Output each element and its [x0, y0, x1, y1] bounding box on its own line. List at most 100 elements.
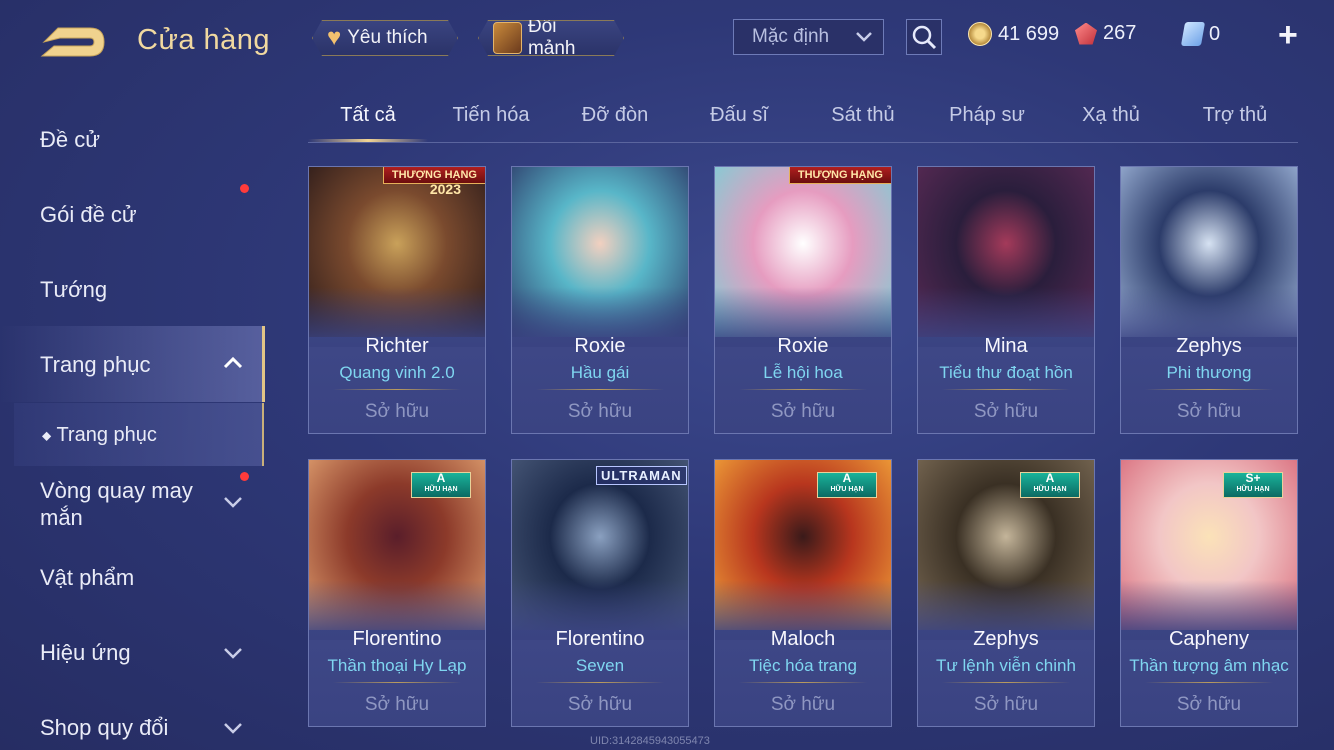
- card-divider: [739, 389, 867, 390]
- gem-amount: 267: [1103, 22, 1137, 44]
- skin-card[interactable]: Roxie Hầu gái Sở hữu: [511, 166, 689, 434]
- skin-card[interactable]: S+ HỮU HẠN Capheny Thần tượng âm nhạc Sở hữu: [1120, 459, 1298, 727]
- skin-name: Tiệc hóa trang: [748, 656, 858, 675]
- heart-icon: ♥: [327, 24, 342, 51]
- ownership-status: Sở hữu: [770, 694, 836, 715]
- skin-name: Thần thoại Hy Lạp: [327, 656, 467, 675]
- tab-evolution[interactable]: Tiến hóa: [436, 104, 546, 127]
- bullet-icon: ◆: [42, 428, 52, 443]
- back-button[interactable]: [38, 20, 110, 64]
- tab-fighter[interactable]: Đấu sĩ: [684, 104, 794, 127]
- skin-name: Quang vinh 2.0: [339, 363, 455, 382]
- chest-icon: [493, 22, 522, 54]
- hero-name: Florentino: [352, 628, 442, 650]
- card-divider: [536, 389, 664, 390]
- sort-selected-value: Mặc định: [752, 26, 830, 47]
- coin-amount: 41 699: [998, 22, 1060, 45]
- hero-name: Zephys: [973, 628, 1039, 650]
- ownership-status: Sở hữu: [364, 694, 430, 715]
- back-arrow-icon: [40, 27, 105, 57]
- search-button[interactable]: [906, 19, 942, 55]
- sidebar-item-featured-bundles[interactable]: Gói đề cử: [40, 202, 137, 228]
- sidebar-item-heroes[interactable]: Tướng: [40, 277, 107, 303]
- skin-name: Tiểu thư đoạt hồn: [939, 363, 1073, 382]
- tab-assassin[interactable]: Sát thủ: [808, 104, 918, 127]
- hero-name: Richter: [365, 335, 429, 357]
- favorite-button[interactable]: ♥ Yêu thích: [312, 20, 458, 56]
- card-divider: [1145, 682, 1273, 683]
- skin-card[interactable]: ULTRAMAN Florentino Seven Sở hữu: [511, 459, 689, 727]
- tab-all[interactable]: Tất cả: [308, 104, 428, 127]
- hero-name: Roxie: [574, 335, 626, 357]
- ruby-icon: [1075, 22, 1097, 45]
- sidebar-item-lucky-spin[interactable]: Vòng quay may mắn: [40, 477, 220, 531]
- card-divider: [942, 682, 1070, 683]
- skin-card[interactable]: Mina Tiểu thư đoạt hồn Sở hữu: [917, 166, 1095, 434]
- sort-dropdown[interactable]: Mặc định: [733, 19, 884, 55]
- exchange-shards-button[interactable]: Đổi mảnh: [478, 20, 624, 56]
- hero-name: Florentino: [555, 628, 645, 650]
- favorite-label: Yêu thích: [347, 27, 428, 48]
- chevron-down-icon: [224, 497, 242, 508]
- sidebar-subitem-label: Trang phục: [56, 424, 157, 446]
- ownership-status: Sở hữu: [1176, 694, 1242, 715]
- hero-name: Capheny: [1168, 628, 1250, 650]
- premium-badge: THƯỢNG HẠNG: [788, 167, 891, 184]
- uid-watermark: UID:3142845943055473: [590, 735, 710, 747]
- plus-icon: +: [1278, 16, 1298, 54]
- tab-support[interactable]: Trợ thủ: [1180, 104, 1290, 127]
- tab-marksman[interactable]: Xạ thủ: [1056, 104, 1166, 127]
- skin-card[interactable]: A HỮU HẠN Florentino Thần thoại Hy Lạp Sở hữ…: [308, 459, 486, 727]
- ownership-status: Sở hữu: [364, 401, 430, 422]
- hero-name: Zephys: [1176, 335, 1242, 357]
- sidebar-item-featured[interactable]: Đề cử: [40, 127, 100, 153]
- ownership-status: Sở hữu: [567, 694, 633, 715]
- card-divider: [536, 682, 664, 683]
- tab-tank[interactable]: Đỡ đòn: [560, 104, 670, 127]
- card-divider: [942, 389, 1070, 390]
- ticket-amount: 0: [1209, 22, 1221, 45]
- sidebar-item-items[interactable]: Vật phẩm: [40, 565, 134, 591]
- skin-name: Seven: [575, 656, 625, 675]
- skin-name: Phi thương: [1166, 363, 1252, 382]
- sidebar-item-effects[interactable]: Hiệu ứng: [40, 640, 131, 666]
- ownership-status: Sở hữu: [973, 694, 1039, 715]
- card-divider: [1145, 389, 1273, 390]
- hero-name: Maloch: [770, 628, 836, 650]
- skin-card[interactable]: A HỮU HẠN Maloch Tiệc hóa trang Sở hữu: [714, 459, 892, 727]
- skin-name: Hầu gái: [570, 363, 630, 382]
- ownership-status: Sở hữu: [973, 401, 1039, 422]
- rank-badge: A HỮU HẠN: [1020, 472, 1080, 498]
- tab-mage[interactable]: Pháp sư: [932, 104, 1042, 127]
- sidebar-subitem-skins[interactable]: ◆ Trang phục: [42, 424, 157, 447]
- card-divider: [333, 389, 461, 390]
- hero-name: Mina: [984, 335, 1028, 357]
- chevron-down-icon: [224, 723, 242, 734]
- chevron-down-icon: [224, 648, 242, 659]
- top-up-button[interactable]: +: [1278, 16, 1298, 55]
- hero-name: Roxie: [777, 335, 829, 357]
- coin-balance: 41 699: [968, 22, 1059, 46]
- chevron-down-icon: [856, 32, 872, 42]
- skin-card[interactable]: THƯỢNG HẠNG Roxie Lễ hội hoa Sở hữu: [714, 166, 892, 434]
- ownership-status: Sở hữu: [770, 401, 836, 422]
- page-title: Cửa hàng: [137, 24, 271, 56]
- voucher-icon: [1180, 22, 1206, 46]
- skin-card[interactable]: A HỮU HẠN Zephys Tư lệnh viễn chinh Sở hữu: [917, 459, 1095, 727]
- shard-label: Đổi mảnh: [527, 16, 576, 59]
- notification-dot: [240, 472, 249, 481]
- active-tab-indicator: [308, 139, 428, 142]
- skin-name: Tư lệnh viễn chinh: [936, 656, 1076, 675]
- chevron-up-icon: [223, 356, 243, 369]
- coin-icon: [968, 22, 992, 46]
- sidebar-item-exchange-shop[interactable]: Shop quy đổi: [40, 715, 168, 741]
- rank-badge: A HỮU HẠN: [817, 472, 877, 498]
- notification-dot: [240, 184, 249, 193]
- brand-logo: ULTRAMAN: [596, 466, 687, 485]
- category-tabs: Tất cả Tiến hóa Đỡ đòn Đấu sĩ Sát thủ Ph…: [308, 96, 1298, 143]
- search-icon: [912, 25, 937, 50]
- skin-card[interactable]: THƯỢNG HẠNG 2023 Richter Quang vinh 2.0 Sở h…: [308, 166, 486, 434]
- skin-card[interactable]: Zephys Phi thương Sở hữu: [1120, 166, 1298, 434]
- card-divider: [333, 682, 461, 683]
- sidebar-item-skins[interactable]: Trang phục: [40, 352, 150, 378]
